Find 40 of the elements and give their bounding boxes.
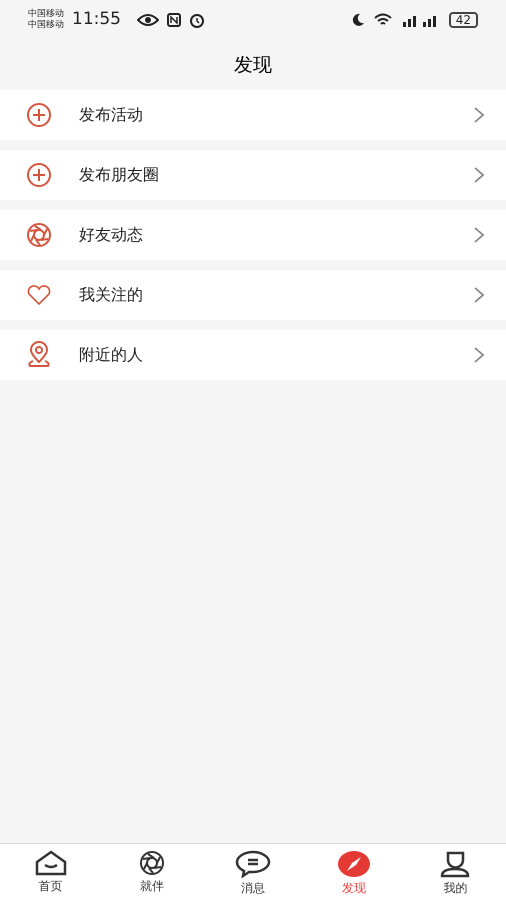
battery-level: 42	[448, 12, 478, 28]
tab-item[interactable]: 发现	[304, 844, 405, 900]
menu-item[interactable]: 我关注的	[0, 270, 506, 320]
status-time: 11:55	[72, 8, 121, 32]
moon-icon	[350, 13, 365, 27]
person-icon	[438, 850, 472, 878]
carrier-name: 中国移动	[28, 9, 64, 20]
home-icon	[34, 850, 68, 876]
menu-item[interactable]: 发布朋友圈	[0, 150, 506, 200]
nfc-icon	[167, 13, 181, 27]
chevron-right-icon	[474, 287, 484, 303]
tab-item[interactable]: 我的	[404, 844, 506, 900]
heart-icon	[26, 284, 52, 306]
plus-circle-icon	[26, 102, 52, 128]
menu-item[interactable]: 好友动态	[0, 210, 506, 260]
menu-label: 我关注的	[79, 284, 144, 306]
tab-item[interactable]: 消息	[202, 844, 304, 900]
plus-circle-icon	[26, 162, 52, 188]
carrier-name: 中国移动	[28, 20, 64, 31]
menu-label: 发布活动	[79, 104, 144, 126]
menu-item[interactable]: 发布活动	[0, 90, 506, 140]
chevron-right-icon	[474, 167, 484, 183]
eye-icon	[137, 13, 159, 27]
chevron-right-icon	[474, 347, 484, 363]
aperture-icon	[138, 850, 165, 876]
chevron-right-icon	[474, 227, 484, 243]
menu-label: 好友动态	[79, 224, 144, 246]
chat-bubble-icon	[235, 850, 271, 878]
tab-item[interactable]: 首页	[0, 844, 102, 900]
page-title: 发现	[234, 52, 272, 78]
menu-label: 附近的人	[79, 344, 144, 366]
menu-item[interactable]: 附近的人	[0, 330, 506, 380]
tab-item[interactable]: 就伴	[101, 844, 202, 900]
chevron-right-icon	[474, 107, 484, 123]
aperture-icon	[26, 222, 52, 248]
wifi-icon	[372, 13, 393, 27]
menu-label: 发布朋友圈	[79, 164, 160, 186]
location-pin-icon	[26, 341, 52, 369]
compass-icon	[337, 850, 372, 878]
alarm-icon	[189, 12, 205, 28]
